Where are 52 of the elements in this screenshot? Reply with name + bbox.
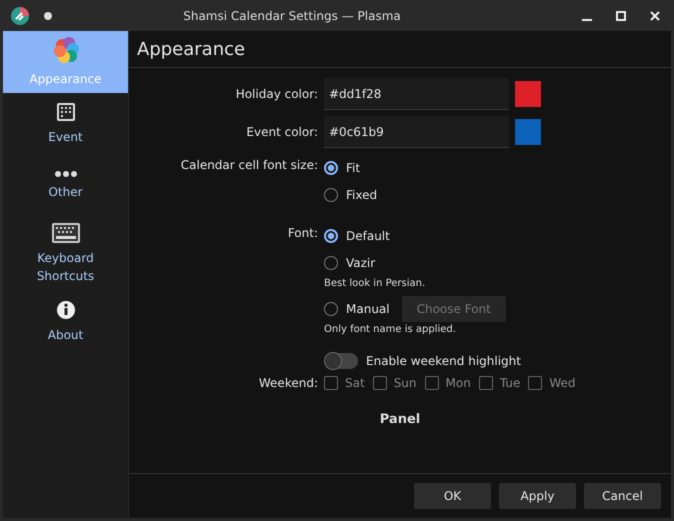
option-label: Vazir: [346, 256, 376, 270]
option-label: Fixed: [346, 188, 378, 202]
calendar-icon: [56, 102, 76, 122]
radio-button[interactable]: [324, 188, 338, 202]
color-swatch[interactable]: [515, 119, 541, 145]
sidebar-item[interactable]: Keyboard Shortcuts: [3, 217, 128, 291]
keyboard-icon: [52, 223, 80, 243]
sidebar-item[interactable]: About: [3, 291, 128, 353]
day-label: Wed: [549, 376, 576, 390]
flower-icon: [52, 36, 80, 64]
hint-text: Best look in Persian.: [324, 278, 426, 289]
info-icon: [56, 300, 76, 320]
toggle-label: Enable weekend highlight: [366, 354, 521, 368]
window-title: Shamsi Calendar Settings — Plasma: [182, 8, 402, 22]
checkbox[interactable]: [424, 376, 439, 390]
day-label: Mon: [446, 376, 471, 390]
checkbox[interactable]: [372, 376, 387, 390]
color-input-field[interactable]: #0c61b9: [324, 116, 509, 148]
checkbox[interactable]: [478, 376, 493, 390]
field-label: Event color:: [245, 125, 318, 139]
dialog-button[interactable]: Apply: [499, 483, 576, 509]
dialog-button[interactable]: OK: [414, 483, 491, 509]
option-label: Manual: [346, 302, 390, 316]
option-label: Default: [346, 228, 390, 242]
more-icon: [54, 171, 76, 177]
radio-button[interactable]: [324, 228, 338, 242]
sidebar-item[interactable]: Other: [3, 155, 128, 217]
close-icon[interactable]: [650, 10, 660, 20]
field-label: Font:: [286, 225, 318, 240]
sidebar-item[interactable]: Event: [3, 93, 128, 155]
pin-icon[interactable]: [44, 12, 52, 20]
section-heading: Panel: [378, 412, 422, 427]
day-label: Sat: [345, 376, 365, 390]
page-title: Appearance: [129, 31, 671, 68]
radio-button[interactable]: [324, 256, 338, 270]
field-label: Holiday color:: [234, 87, 318, 101]
toggle-switch[interactable]: [324, 352, 358, 368]
radio-button[interactable]: [324, 302, 338, 316]
app-logo-icon: [10, 6, 30, 26]
day-label: Sun: [394, 376, 417, 390]
hint-text: Only font name is applied.: [324, 324, 457, 335]
day-label: Tue: [500, 376, 520, 390]
checkbox[interactable]: [528, 376, 542, 390]
field-label: Weekend:: [258, 376, 318, 390]
radio-button[interactable]: [324, 160, 338, 174]
color-swatch[interactable]: [515, 81, 541, 107]
dialog-button[interactable]: Cancel: [584, 483, 661, 509]
color-input-field[interactable]: #dd1f28: [324, 78, 509, 110]
checkbox[interactable]: [324, 376, 338, 390]
field-label: Calendar cell font size:: [180, 157, 318, 172]
maximize-icon[interactable]: [616, 10, 626, 20]
option-label: Fit: [346, 160, 360, 174]
